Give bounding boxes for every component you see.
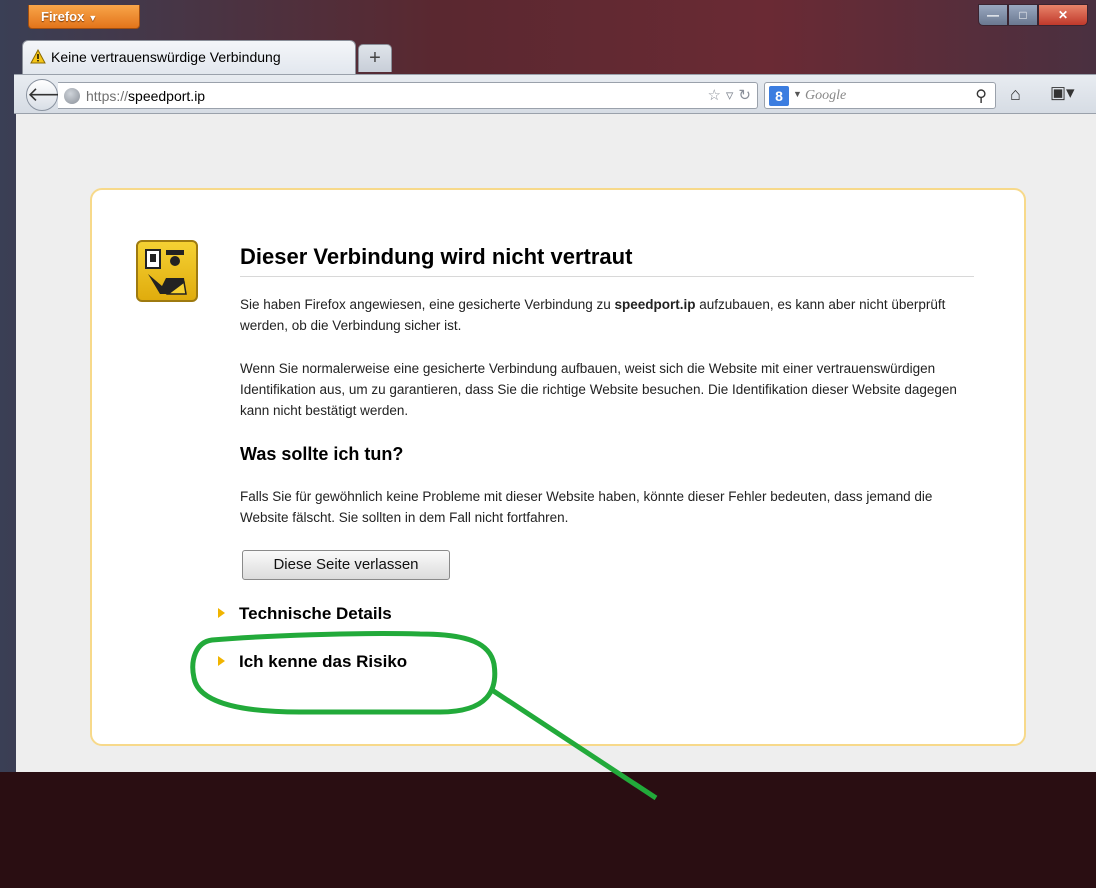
annotation-overlay xyxy=(190,630,658,801)
annotation-circle xyxy=(190,630,498,715)
browser-window: Firefox ▼ — □ ✕ Keine vertrauenswürdige V… xyxy=(0,0,1096,888)
annotation-line xyxy=(490,687,658,801)
